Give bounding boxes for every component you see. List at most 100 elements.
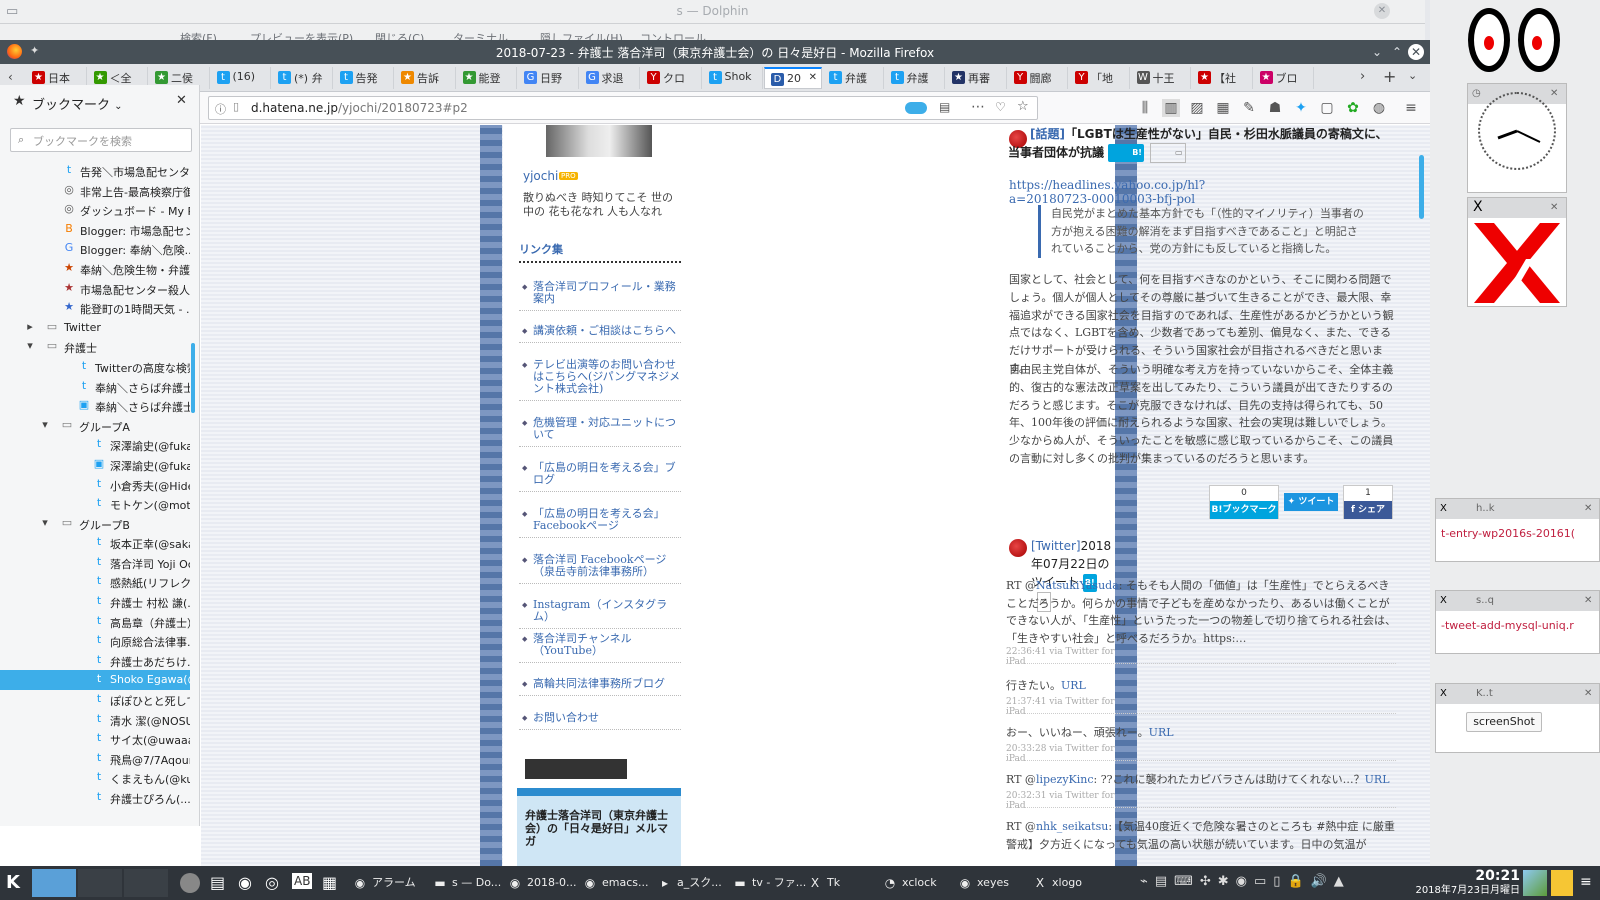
app-launcher-icon[interactable]: ◎ [265, 873, 279, 892]
tab-list-icon[interactable]: ⌄ [1408, 69, 1417, 82]
bookmark-item[interactable]: t くまえもん(@kum... [0, 768, 190, 788]
browser-tab[interactable]: Y クロ [641, 67, 702, 89]
tweet-user-link[interactable]: nhk_seikatsu [1036, 820, 1108, 833]
tweet-url-link[interactable]: URL [1061, 679, 1086, 692]
close-icon[interactable]: ✕ [1550, 202, 1558, 213]
bookmark-search-input[interactable]: ⌕ ブックマークを検索 [10, 128, 192, 152]
taskbar-task[interactable]: ◔ xclock [880, 872, 937, 894]
author-avatar[interactable] [546, 125, 652, 157]
desktop-pager[interactable] [32, 869, 76, 897]
taskbar-task[interactable]: ◉ emacs... [580, 872, 649, 894]
ghost-ext-icon[interactable]: ☗ [1266, 99, 1284, 117]
dolphin-tool-hidden[interactable]: 隠しファイル(H) [540, 30, 623, 40]
taskbar-task[interactable]: ◉ アラーム [350, 872, 416, 894]
tweet-user-link[interactable]: NatsukiYasuda [1036, 579, 1119, 592]
tab-scroll-right-icon[interactable]: › [1360, 69, 1365, 84]
sidebar-link[interactable]: テレビ出演等のお問い合わせはこちらへ(ジパングマネジメント株式会社) [519, 359, 681, 401]
browser-tab[interactable]: ★ 能登 [457, 67, 517, 89]
browser-tab[interactable]: Y 闘廊 [1008, 67, 1068, 89]
more-actions-icon[interactable]: ⋯ [971, 99, 985, 115]
show-desktop-icon[interactable] [1523, 870, 1547, 896]
bookmark-folder[interactable]: ▾ ▭ グループA [0, 416, 190, 436]
browser-tab[interactable]: W 十王 [1131, 67, 1191, 89]
browser-tab[interactable]: t (16) [211, 67, 271, 89]
browser-tab[interactable]: G 求退 [580, 67, 640, 89]
browser-tab[interactable]: t 弁護 [823, 67, 884, 89]
maximize-icon[interactable]: ⌃ [1388, 43, 1406, 61]
bookmark-item[interactable]: t 小倉秀夫(@Hide... [0, 475, 190, 495]
browser-tab[interactable]: t Shok [703, 67, 763, 89]
collapse-arrow-icon[interactable]: ▾ [39, 418, 51, 431]
author-name[interactable]: yjochi [523, 169, 558, 183]
expand-arrow-icon[interactable]: ▸ [24, 320, 36, 333]
bookmark-item[interactable]: t サイ太(@uwaaaa... [0, 729, 190, 749]
sidebar-link[interactable]: 落合洋司プロフィール・業務案内 [519, 281, 681, 311]
bookmark-star-icon[interactable]: ☆ [1017, 99, 1029, 114]
sidebar-link[interactable]: 危機管理・対応ユニットについて [519, 417, 681, 447]
post-category[interactable]: [話題] [1030, 127, 1065, 141]
taskbar-task[interactable]: ◉ xeyes [955, 872, 1009, 894]
new-tab-icon[interactable]: + [1383, 67, 1396, 86]
post-source-link[interactable]: https://headlines.yahoo.co.jp/hl?a=20180… [1009, 178, 1205, 206]
kde-menu-icon[interactable]: K [6, 872, 20, 893]
sidebar-toggle-icon[interactable]: ▥ [1162, 99, 1180, 117]
terminal-launcher-icon[interactable]: ▦ [322, 873, 337, 892]
close-sidebar-icon[interactable]: ✕ [176, 93, 187, 108]
bookmark-item[interactable]: t ぽぽひとと死して... [0, 690, 190, 710]
magazine-box[interactable]: 弁護士落合洋司（東京弁護士会）の「日々是好日」メルマガ [517, 788, 681, 866]
bookmark-item[interactable]: t 高島章（弁護士）(... [0, 612, 190, 632]
dolphin-tool-close[interactable]: 閉じる(C) [375, 30, 424, 40]
browser-tab[interactable]: Y 「地 [1069, 67, 1130, 89]
tweet-url-link[interactable]: URL [1149, 726, 1174, 739]
tab-scroll-left-icon[interactable]: ‹ [8, 70, 13, 84]
bookmark-item[interactable]: t 向原総合法律事... [0, 631, 190, 651]
dictionary-launcher-icon[interactable]: AB [292, 873, 313, 889]
page-scrollbar[interactable] [1419, 155, 1424, 219]
library-icon[interactable]: ⫼ [1136, 99, 1154, 117]
taskbar-task[interactable]: ▬ tv - ファ... [730, 872, 806, 894]
sidebar-link[interactable]: 「広島の明日を考える会」Facebookページ [519, 508, 681, 538]
browser-tab[interactable]: ★ 【社 [1192, 67, 1253, 89]
bookmark-item[interactable]: B Blogger: 市場急配セン... [0, 220, 190, 240]
tweet-user-link[interactable]: lipezyKinc [1036, 773, 1094, 786]
comment-icons[interactable]: ▭ [1149, 143, 1186, 163]
sidebar-link[interactable]: 高輪共同法律事務所ブログ [519, 678, 681, 696]
browser-tab[interactable]: t (*) 弁 [272, 67, 333, 89]
taskbar-task[interactable]: ▸ a_スク... [655, 872, 722, 894]
bookmark-item[interactable]: t 飛鳥@7/7Aqour... [0, 749, 190, 769]
hatena-share-button[interactable]: 0 B!ブックマーク [1209, 485, 1279, 519]
browser-tab[interactable]: D 20 ✕ [764, 67, 822, 89]
info-icon[interactable]: ⓘ [215, 101, 226, 117]
close-icon[interactable]: ✕ [1584, 595, 1592, 606]
bookmark-item[interactable]: t 弁護士 村松 謙(... [0, 592, 190, 612]
sidebar-link[interactable]: 「広島の明日を考える会」ブログ [519, 462, 681, 492]
minimize-icon[interactable]: ⌄ [1368, 43, 1386, 61]
extension-grid-icon[interactable]: ▦ [1214, 99, 1232, 117]
collapse-arrow-icon[interactable]: ▾ [39, 516, 51, 529]
bookmark-item[interactable]: t 弁護士ぴろん(... [0, 788, 190, 808]
bookmark-item[interactable]: t 坂本正幸(@saka... [0, 533, 190, 553]
screenshot-ext-icon[interactable]: ▨ [1188, 99, 1206, 117]
tweet-button[interactable]: ✦ ツイート [1284, 493, 1338, 511]
bookmark-item[interactable]: t モトケン(@moto... [0, 494, 190, 514]
bookmark-item[interactable]: t 深澤諭史(@fuka... [0, 435, 190, 455]
dolphin-tool-preview[interactable]: プレビューを表示(P) [250, 30, 353, 40]
close-window-icon[interactable]: ✕ [1408, 44, 1424, 60]
hamburger-menu-icon[interactable]: ≡ [1402, 99, 1420, 117]
taskbar-task[interactable]: ▬ s — Do... [430, 872, 501, 894]
browser-tab[interactable]: ★ 再審 [946, 67, 1007, 89]
dolphin-tool-search[interactable]: 検索(F) [180, 30, 217, 40]
post-title[interactable]: [話題]「LGBTは生産性がない」自民・杉田水脈議員の寄稿文に、当事者団体が抗議… [1008, 125, 1398, 163]
browser-tab[interactable]: ★ 告訴 [395, 67, 456, 89]
tray-icons[interactable]: ⌁▤⌨✣✱◉▭▯🔒🔊▲ [1140, 874, 1351, 889]
desktop-pager-3[interactable] [124, 869, 168, 897]
pen-ext-icon[interactable]: ✎ [1240, 99, 1258, 117]
xlogo-window[interactable]: X ✕ [1467, 197, 1567, 307]
leaf-ext-icon[interactable]: ✿ [1344, 99, 1362, 117]
pocket-icon[interactable]: ♡ [995, 100, 1006, 114]
bookmark-item[interactable]: G Blogger: 奉納＼危険... [0, 239, 190, 259]
bookmark-item[interactable]: t Shoko Egawa(@... [0, 670, 190, 691]
browser-tab[interactable]: G 日野 [518, 67, 579, 89]
document-launcher-icon[interactable]: ▤ [210, 873, 225, 892]
side-window-3[interactable]: X K..t ✕ screenShot [1435, 683, 1600, 753]
